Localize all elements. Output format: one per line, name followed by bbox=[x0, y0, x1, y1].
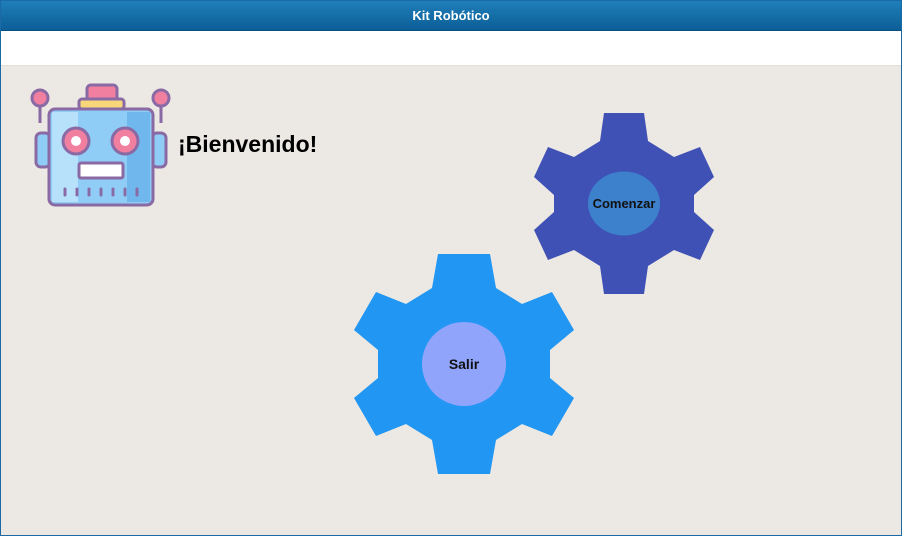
title-bar: Kit Robótico bbox=[1, 1, 901, 31]
app-window: Kit Robótico ¡Bienvenido! Comenzar Salir bbox=[0, 0, 902, 536]
robot-icon bbox=[29, 83, 173, 211]
welcome-heading: ¡Bienvenido! bbox=[178, 131, 318, 157]
exit-button[interactable]: Salir bbox=[354, 254, 574, 474]
window-title: Kit Robótico bbox=[412, 8, 490, 23]
top-bar bbox=[1, 31, 901, 66]
